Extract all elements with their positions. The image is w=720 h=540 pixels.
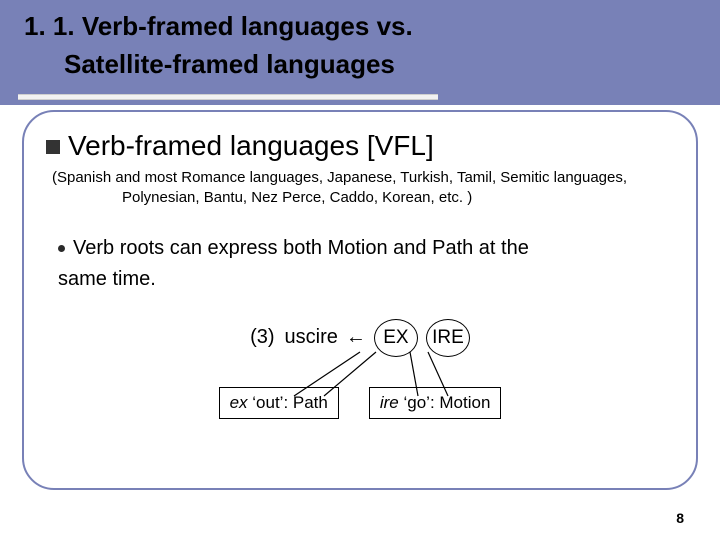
section-heading-row: Verb-framed languages [VFL]: [46, 130, 674, 162]
def-ire-term: ire: [380, 393, 399, 412]
def-ire-gloss: ‘go’: Motion: [399, 393, 491, 412]
def-ex-gloss: ‘out’: Path: [248, 393, 328, 412]
section-title: Verb-framed languages [VFL]: [68, 130, 434, 162]
morpheme-ex-label: EX: [383, 327, 408, 349]
content-panel: Verb-framed languages [VFL] (Spanish and…: [22, 110, 698, 490]
slide-title: 1. 1. Verb-framed languages vs. Satellit…: [24, 8, 720, 83]
morpheme-ire-circle: IRE: [426, 319, 470, 357]
definition-ire-box: ire ‘go’: Motion: [369, 387, 502, 419]
bullet-row: Verb roots can express both Motion and P…: [58, 235, 674, 262]
bullet-text-line1: Verb roots can express both Motion and P…: [73, 235, 529, 262]
example-row: (3) uscire ← EX IRE: [46, 319, 674, 357]
definition-row: ex ‘out’: Path ire ‘go’: Motion: [46, 387, 674, 419]
arrow-left-icon: ←: [346, 326, 366, 349]
bullet-text-line2: same time.: [58, 266, 674, 293]
morpheme-ex-circle: EX: [374, 319, 418, 357]
dot-bullet-icon: [58, 245, 65, 252]
slide-header: 1. 1. Verb-framed languages vs. Satellit…: [0, 0, 720, 105]
square-bullet-icon: [46, 140, 60, 154]
title-line2: Satellite-framed languages: [24, 49, 395, 79]
title-line1: 1. 1. Verb-framed languages vs.: [24, 11, 413, 41]
morpheme-ire-label: IRE: [432, 327, 464, 349]
def-ex-term: ex: [230, 393, 248, 412]
page-number: 8: [676, 510, 684, 526]
definition-ex-box: ex ‘out’: Path: [219, 387, 339, 419]
example-number: (3): [250, 326, 274, 349]
example-word: uscire: [285, 326, 338, 349]
title-underline: [18, 94, 438, 100]
section-parenthetical: (Spanish and most Romance languages, Jap…: [52, 168, 674, 209]
